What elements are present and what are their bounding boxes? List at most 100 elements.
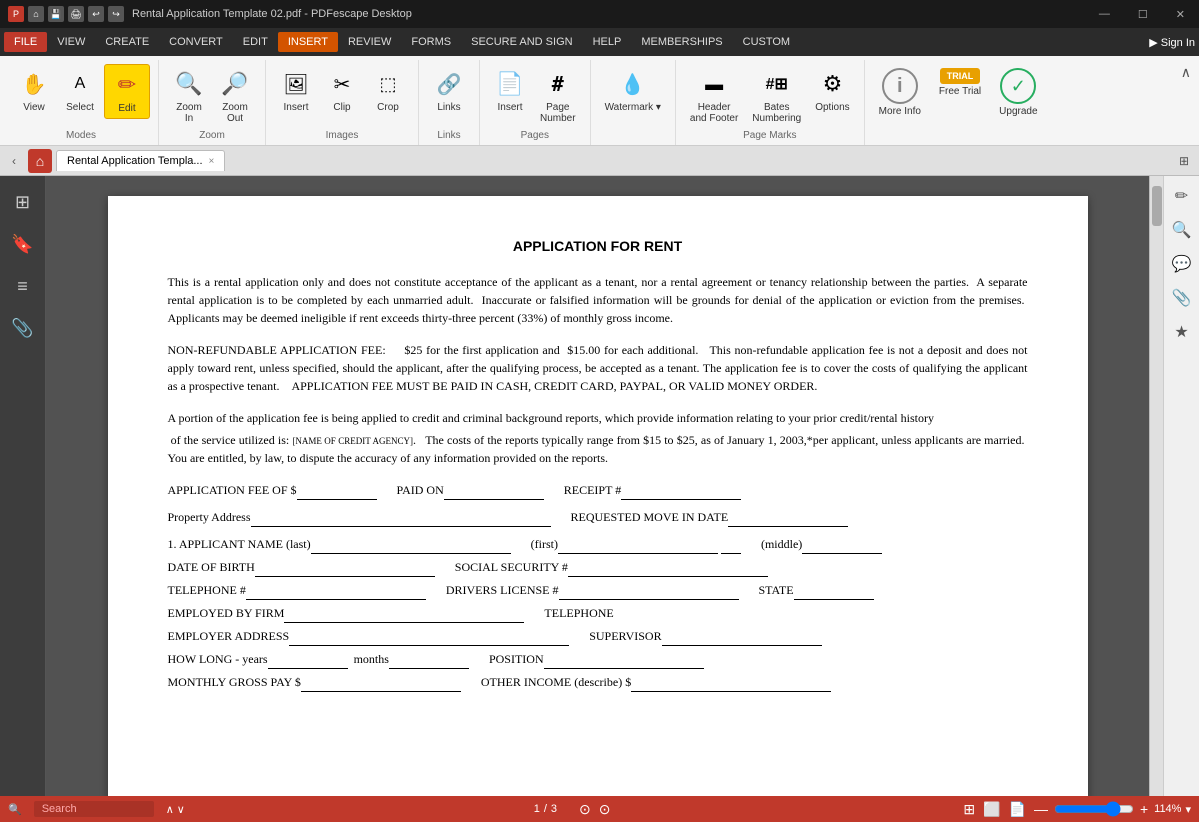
scrollbar-thumb[interactable] [1152,186,1162,226]
page-number-button[interactable]: # PageNumber [534,64,582,128]
zoom-page-button[interactable]: 📄 [1007,801,1028,818]
sidebar-attachments-button[interactable]: 📎 [5,310,41,346]
ribbon-group-zoom: 🔍 ZoomIn 🔎 ZoomOut Zoom [159,60,266,145]
zoom-in-status-button[interactable]: + [1138,801,1150,817]
zoom-out-button[interactable]: 🔎 ZoomOut [213,64,257,128]
menu-secure-sign[interactable]: SECURE AND SIGN [461,32,582,52]
home-tab-icon[interactable]: ⌂ [28,149,52,173]
maximize-button[interactable]: ☐ [1132,6,1154,23]
pages-buttons: 📄 Insert # PageNumber [488,60,582,128]
upgrade-button[interactable]: ✓ Upgrade [993,64,1043,121]
edit-button[interactable]: ✏ Edit [104,64,150,119]
redo-icon: ↪ [108,6,124,22]
select-button[interactable]: A Select [58,64,102,117]
sidebar-thumbnails-button[interactable]: ⊞ [5,184,41,220]
zoom-in-button[interactable]: 🔍 ZoomIn [167,64,211,128]
right-scrollbar[interactable] [1149,176,1163,796]
watermark-buttons: 💧 Watermark ▾ [599,60,667,139]
pages-label: Pages [488,128,582,145]
pdf-canvas[interactable]: APPLICATION FOR RENT This is a rental ap… [46,176,1149,796]
menu-create[interactable]: CREATE [95,32,159,52]
more-info-button[interactable]: i More Info [873,64,927,121]
phone-license-row: TELEPHONE # DRIVERS LICENSE # STATE [168,581,1028,600]
free-trial-icon: TRIAL [940,68,980,84]
header-footer-button[interactable]: ▬ Headerand Footer [684,64,744,128]
menu-review[interactable]: REVIEW [338,32,401,52]
applicant-name-row: 1. APPLICANT NAME (last) (first) (middle… [168,535,1028,554]
menu-edit[interactable]: EDIT [233,32,278,52]
bates-numbering-icon: #⊞ [761,68,793,100]
view-button[interactable]: ✋ View [12,64,56,117]
links-label: Links [437,102,460,113]
zoom-dropdown-icon[interactable]: ▾ [1185,803,1191,816]
insert-page-button[interactable]: 📄 Insert [488,64,532,117]
doc-tab-name: Rental Application Templa... [67,155,203,167]
free-trial-label: Free Trial [939,86,981,97]
zoom-slider[interactable] [1054,801,1134,817]
right-tool-search[interactable]: 🔍 [1168,216,1196,244]
tab-bar: ‹ ⌂ Rental Application Templa... × ⊞ [0,146,1199,176]
fit-page-button[interactable]: ⊞ [961,801,977,818]
menu-file[interactable]: FILE [4,32,47,52]
right-tool-star[interactable]: ★ [1168,318,1196,346]
document-tab[interactable]: Rental Application Templa... × [56,150,225,171]
sidebar-layers-button[interactable]: ≡ [5,268,41,304]
menu-help[interactable]: HELP [583,32,632,52]
state-label: STATE [759,581,874,600]
menu-insert[interactable]: INSERT [278,32,338,52]
doc-tab-close-button[interactable]: × [209,156,215,167]
menu-memberships[interactable]: MEMBERSHIPS [631,32,732,52]
right-tool-edit[interactable]: ✏ [1168,182,1196,210]
page-nav: ⊙ ⊙ [577,801,612,818]
zoom-out-status-button[interactable]: — [1032,801,1050,817]
sign-in-button[interactable]: ▶ Sign In [1149,36,1195,49]
search-input[interactable] [34,801,154,817]
tab-expand-button[interactable]: ⊞ [1173,152,1195,170]
title-bar-left: P ⌂ 💾 🖨 ↩ ↪ Rental Application Template … [8,6,412,22]
extra-label [873,139,1044,145]
menu-custom[interactable]: CUSTOM [733,32,800,52]
ribbon-collapse-button[interactable]: ∧ [1177,60,1195,145]
ribbon-group-pages: 📄 Insert # PageNumber Pages [480,60,591,145]
crop-button[interactable]: ⬚ Crop [366,64,410,117]
free-trial-button[interactable]: TRIAL Free Trial [933,64,987,101]
pdf-paragraph-2: NON-REFUNDABLE APPLICATION FEE: $25 for … [168,341,1028,395]
clip-label: Clip [333,102,350,113]
menu-convert[interactable]: CONVERT [159,32,233,52]
status-bar: 🔍 ∧ ∨ 1 / 3 ⊙ ⊙ ⊞ ⬜ 📄 — + 114% ▾ [0,796,1199,822]
expand-icon[interactable]: ∧ ∨ [166,803,185,816]
links-button[interactable]: 🔗 Links [427,64,471,117]
nav-back-button[interactable]: ‹ [4,151,24,171]
right-sidebar: ✏ 🔍 💬 📎 ★ [1163,176,1199,796]
search-icon: 🔍 [8,803,22,816]
fit-width-button[interactable]: ⬜ [981,801,1002,818]
watermark-button[interactable]: 💧 Watermark ▾ [599,64,667,117]
right-tool-attach[interactable]: 📎 [1168,284,1196,312]
edit-label: Edit [118,103,135,114]
page-number-label: PageNumber [540,102,576,124]
window-controls: — ☐ ✕ [1093,6,1191,23]
upgrade-icon: ✓ [1000,68,1036,104]
ssn-label: SOCIAL SECURITY # [455,558,768,577]
minimize-button[interactable]: — [1093,6,1116,22]
bates-numbering-button[interactable]: #⊞ BatesNumbering [746,64,807,128]
right-tool-comment[interactable]: 💬 [1168,250,1196,278]
options-button[interactable]: ⚙ Options [809,64,855,117]
ribbon: ✋ View A Select ✏ Edit Modes 🔍 ZoomIn 🔎 … [0,56,1199,146]
howlong-row: HOW LONG - years months POSITION [168,650,1028,669]
receipt-label: RECEIPT # [564,481,741,500]
clip-button[interactable]: ✂ Clip [320,64,364,117]
more-info-icon: i [882,68,918,104]
fee-label: APPLICATION FEE OF $ [168,481,377,500]
home-icon: ⌂ [28,6,44,22]
sidebar-bookmark-button[interactable]: 🔖 [5,226,41,262]
crop-icon: ⬚ [372,68,404,100]
main-area: ⊞ 🔖 ≡ 📎 APPLICATION FOR RENT This is a r… [0,176,1199,796]
menu-view[interactable]: VIEW [47,32,95,52]
insert-image-button[interactable]: 🖼 Insert [274,64,318,117]
close-button[interactable]: ✕ [1170,6,1191,23]
ribbon-group-pagemarks: ▬ Headerand Footer #⊞ BatesNumbering ⚙ O… [676,60,865,145]
nav-prev-button[interactable]: ⊙ [577,801,593,818]
nav-next-button[interactable]: ⊙ [597,801,613,818]
menu-forms[interactable]: FORMS [401,32,461,52]
